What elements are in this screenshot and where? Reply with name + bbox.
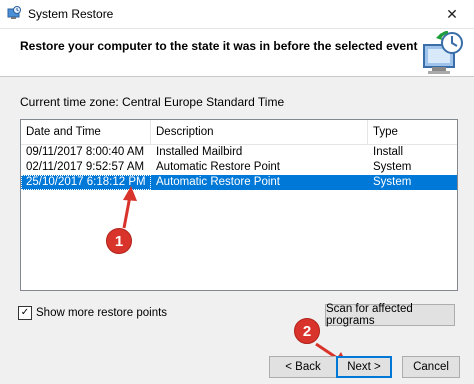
show-more-label: Show more restore points <box>36 307 168 319</box>
back-button[interactable]: < Back <box>269 356 337 378</box>
scan-affected-programs-button[interactable]: Scan for affected programs <box>325 303 455 327</box>
next-button[interactable]: Next > <box>336 356 392 378</box>
callout-1-badge: 1 <box>106 228 132 254</box>
cancel-button[interactable]: Cancel <box>402 356 460 378</box>
callout-1-arrow <box>122 195 132 229</box>
callout-1-arrowhead-icon <box>123 186 137 201</box>
callout-2-badge: 2 <box>294 318 320 344</box>
show-more-checkbox[interactable]: ✓ <box>18 306 32 320</box>
show-more-checkbox-group[interactable]: ✓ Show more restore points <box>18 306 167 320</box>
